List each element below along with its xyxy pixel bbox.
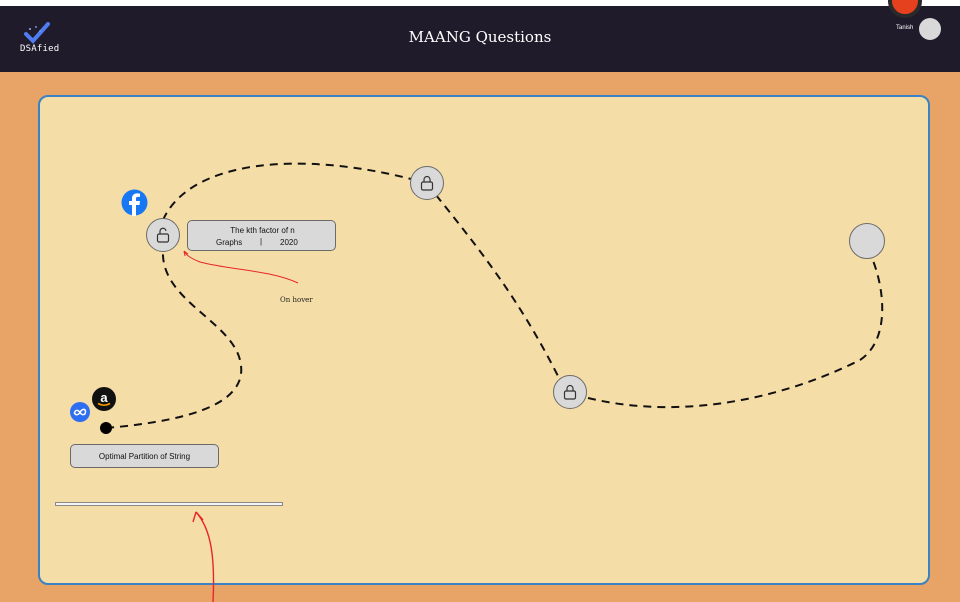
tooltip-year: 2020: [280, 238, 298, 247]
lock-icon: [563, 384, 577, 400]
hover-arrow: [183, 250, 299, 284]
start-question-label[interactable]: Optimal Partition of String: [70, 444, 219, 468]
start-node-dot[interactable]: [100, 422, 112, 434]
hover-annotation: On hover: [280, 296, 313, 304]
unlock-icon: [156, 227, 170, 243]
amazon-icon: a: [92, 387, 116, 411]
question-node-4[interactable]: [849, 223, 885, 259]
progress-arrow: [195, 511, 215, 602]
roadmap-path: [100, 162, 884, 602]
question-node-2[interactable]: [410, 166, 444, 200]
meta-icon: [70, 402, 90, 422]
tooltip-separator: |: [260, 237, 263, 246]
question-tooltip: The kth factor of n Graphs | 2020: [187, 220, 336, 251]
progress-bar: [55, 502, 283, 506]
question-node-3[interactable]: [553, 375, 587, 409]
svg-text:a: a: [100, 390, 108, 405]
facebook-question-node[interactable]: [146, 218, 180, 252]
lock-icon: [420, 175, 434, 191]
facebook-icon: [121, 189, 148, 216]
tooltip-topic: Graphs: [216, 238, 243, 247]
tooltip-title: The kth factor of n: [230, 226, 295, 235]
